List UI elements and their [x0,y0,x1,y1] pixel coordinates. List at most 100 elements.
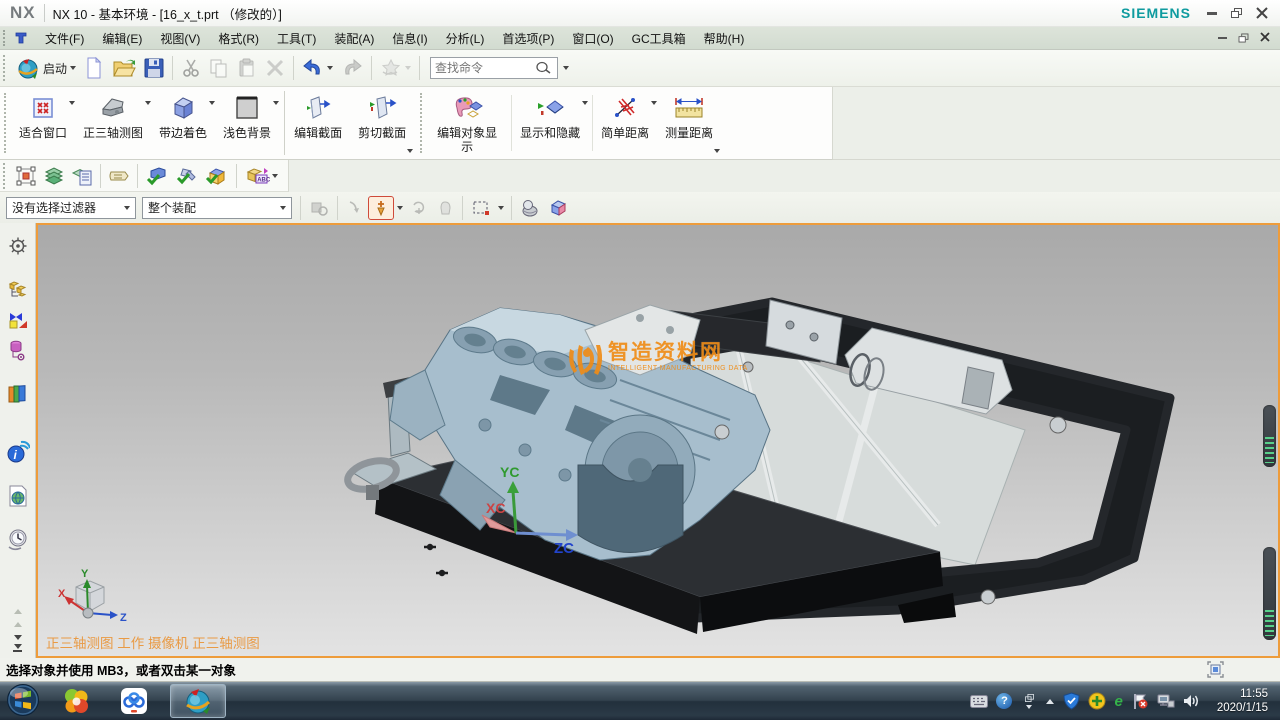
menu-information[interactable]: 信息(I) [383,27,436,50]
close-icon[interactable] [1256,7,1268,19]
restore-icon[interactable] [1231,8,1242,18]
marquee-select-button[interactable] [468,197,494,219]
toolbar-grip[interactable] [420,93,425,153]
assembly-navigator-icon[interactable] [3,275,33,305]
snap-point-prev-button[interactable] [343,197,367,219]
menu-gc-toolbox[interactable]: GC工具箱 [623,27,695,50]
selection-preview-icon[interactable] [1207,661,1224,678]
action-center-flag-icon[interactable] [1131,692,1149,710]
taskbar-app-nx[interactable] [170,684,226,718]
help-tray-icon[interactable]: ? [996,693,1012,709]
selection-scope-combo[interactable]: 整个装配 [142,197,292,219]
menu-analysis[interactable]: 分析(L) [437,27,494,50]
work-section-cube-button[interactable] [545,196,571,220]
scroll-up-icon[interactable] [14,622,22,627]
menu-window[interactable]: 窗口(O) [563,27,622,50]
menu-help[interactable]: 帮助(H) [695,27,754,50]
open-file-button[interactable] [108,55,140,81]
minimize-icon[interactable] [1207,12,1217,15]
snap-point-button[interactable] [369,197,393,219]
measure-distance-button[interactable]: 测量距离 [659,87,723,159]
chevron-down-icon[interactable] [714,149,720,153]
search-input[interactable] [435,61,535,75]
move-component-button[interactable] [172,163,202,189]
chevron-down-icon[interactable] [407,149,413,153]
show-and-hide-button[interactable]: 显示和隐藏 [514,87,590,159]
chevron-down-icon[interactable] [651,101,657,105]
shaded-display-button[interactable] [517,196,543,220]
menu-edit[interactable]: 编辑(E) [93,27,151,50]
start-menu-button[interactable]: 启动 [12,53,80,83]
chevron-down-icon[interactable] [273,101,279,105]
chevron-down-icon[interactable] [272,174,278,178]
edit-object-display-button[interactable]: 编辑对象显示 [429,87,509,159]
toolbar-grip[interactable] [4,93,9,153]
trimetric-view-button[interactable]: 正三轴测图 [77,87,153,159]
menu-preferences[interactable]: 首选项(P) [493,27,563,50]
edit-section-button[interactable]: 编辑截面 [288,87,352,159]
taskbar-app-netdisk[interactable] [112,684,156,718]
hand-tool-button[interactable] [433,197,457,219]
child-minimize-icon[interactable] [1218,37,1227,39]
shaded-with-edges-button[interactable]: 带边着色 [153,87,217,159]
show-hidden-icons[interactable] [1046,699,1054,704]
menu-view[interactable]: 视图(V) [151,27,209,50]
assembly-constraint-button[interactable] [142,163,172,189]
light-background-button[interactable]: 浅色背景 [217,87,281,159]
taskbar-app-colored-balls[interactable] [54,684,98,718]
toolbar-grip[interactable] [3,163,7,189]
object-name-display-button[interactable]: ABC [241,163,281,189]
rotate-point-button[interactable] [407,197,431,219]
graphics-viewport[interactable]: XC YC ZC X Y Z [36,223,1280,658]
assembly-cut-button[interactable] [202,163,232,189]
scroll-down-icon[interactable] [14,635,22,640]
antivirus-plus-icon[interactable] [1088,692,1106,710]
toolbar-grip[interactable] [3,30,8,46]
menu-format[interactable]: 格式(R) [209,27,268,50]
toolbar-grip[interactable] [3,55,7,81]
undo-button[interactable] [298,55,337,81]
menu-assemblies[interactable]: 装配(A) [325,27,383,50]
search-icon[interactable] [535,60,551,76]
child-close-icon[interactable] [1260,31,1270,45]
menu-file[interactable]: 文件(F) [36,27,93,50]
redo-button[interactable] [337,55,367,81]
selection-filter-combo[interactable]: 没有选择过滤器 [6,197,136,219]
simple-distance-button[interactable]: 简单距离 [595,87,659,159]
select-object-button[interactable] [12,163,40,189]
layer-settings-button[interactable] [68,163,96,189]
paste-button[interactable] [233,55,261,81]
cut-button[interactable] [177,55,205,81]
touch-gesture-button[interactable] [376,55,415,81]
input-keyboard-icon[interactable] [970,692,988,710]
chevron-down-icon[interactable] [563,66,569,70]
start-button[interactable] [6,683,40,720]
volume-icon[interactable] [1183,692,1201,710]
chevron-down-icon[interactable] [69,101,75,105]
annotation-note-button[interactable] [105,164,133,188]
network-icon[interactable] [1157,692,1175,710]
copy-button[interactable] [205,55,233,81]
reuse-library-icon[interactable] [3,379,33,409]
roles-gear-icon[interactable] [3,231,33,261]
browser-e-icon[interactable]: e [1114,693,1122,710]
internet-info-icon[interactable]: i [3,437,33,467]
chevron-down-icon[interactable] [582,101,588,105]
chevron-down-icon[interactable] [209,101,215,105]
web-page-icon[interactable] [3,481,33,511]
part-navigator-icon[interactable] [3,335,33,365]
delete-button[interactable] [261,55,289,81]
select-within-assembly-button[interactable] [306,196,332,220]
new-file-button[interactable] [80,54,108,82]
menu-tools[interactable]: 工具(T) [268,27,325,50]
save-button[interactable] [140,55,168,81]
taskbar-clock[interactable]: 11:55 2020/1/15 [1209,687,1272,715]
history-clock-icon[interactable] [3,525,33,555]
security-shield-icon[interactable] [1062,692,1080,710]
chevron-down-icon[interactable] [397,206,403,210]
layer-stack-button[interactable] [40,163,68,189]
clip-section-button[interactable]: 剪切截面 [352,87,416,159]
chevron-down-icon[interactable] [498,206,504,210]
command-finder[interactable] [430,57,558,79]
fit-window-button[interactable]: 适合窗口 [13,87,77,159]
